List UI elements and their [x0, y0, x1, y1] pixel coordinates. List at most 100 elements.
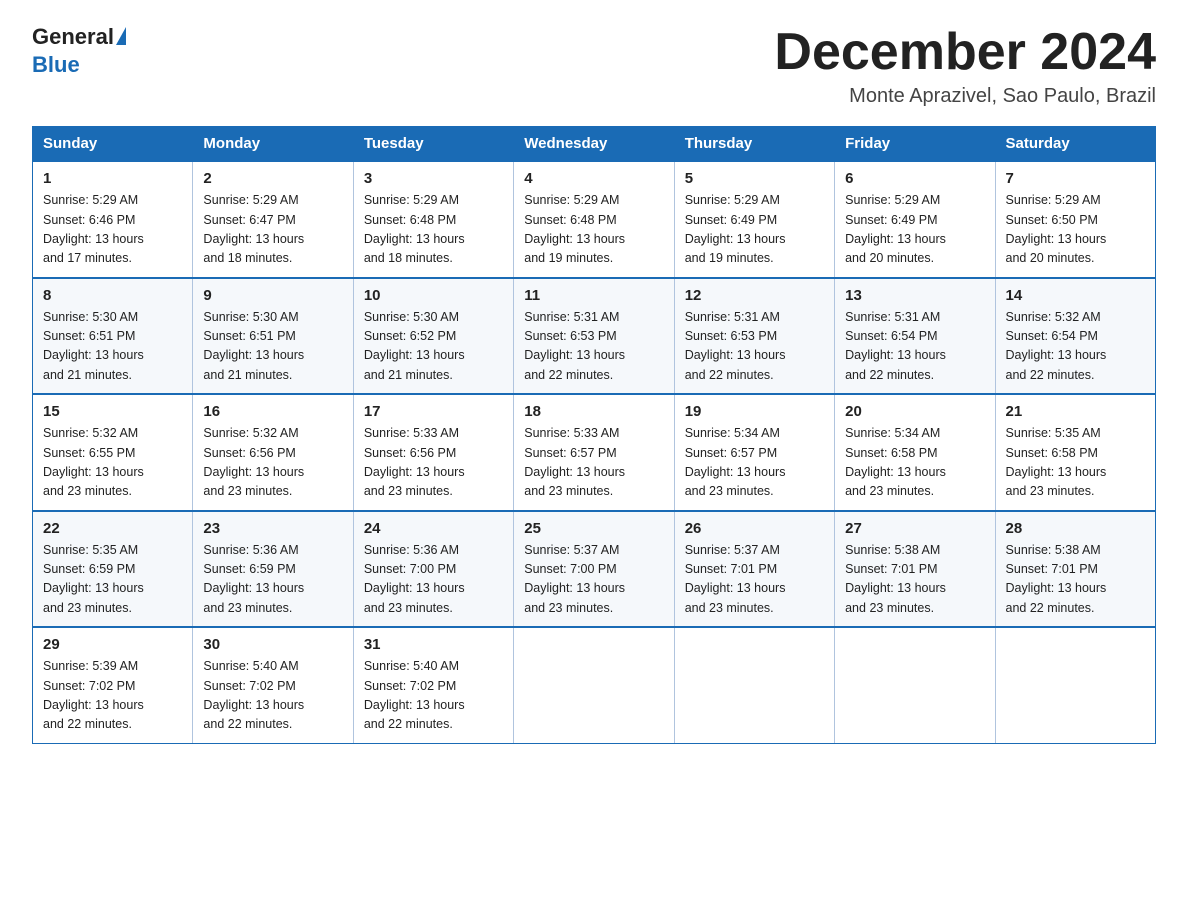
- table-cell: 6 Sunrise: 5:29 AMSunset: 6:49 PMDaylight…: [835, 161, 995, 278]
- header-wednesday: Wednesday: [514, 127, 674, 162]
- logo: General Blue: [32, 24, 126, 78]
- day-number: 22: [43, 520, 182, 537]
- day-number: 19: [685, 403, 824, 420]
- table-cell: 13Sunrise: 5:31 AMSunset: 6:54 PMDayligh…: [835, 278, 995, 395]
- day-info: Sunrise: 5:31 AMSunset: 6:53 PMDaylight:…: [524, 308, 663, 386]
- day-number: 10: [364, 287, 503, 304]
- table-cell: 31Sunrise: 5:40 AMSunset: 7:02 PMDayligh…: [353, 627, 513, 743]
- day-info: Sunrise: 5:29 AMSunset: 6:49 PMDaylight:…: [685, 191, 824, 269]
- table-cell: 1 Sunrise: 5:29 AMSunset: 6:46 PMDaylight…: [33, 161, 193, 278]
- table-cell: 18 Sunrise: 5:33 AMSunset: 6:57 PMDayligh…: [514, 394, 674, 511]
- day-number: 4: [524, 170, 663, 187]
- day-number: 14: [1006, 287, 1145, 304]
- table-cell: 14 Sunrise: 5:32 AMSunset: 6:54 PMDayligh…: [995, 278, 1155, 395]
- day-info: Sunrise: 5:32 AMSunset: 6:56 PMDaylight:…: [203, 424, 342, 502]
- day-info: Sunrise: 5:33 AMSunset: 6:57 PMDaylight:…: [524, 424, 663, 502]
- week-row-3: 15Sunrise: 5:32 AMSunset: 6:55 PMDayligh…: [33, 394, 1156, 511]
- day-number: 13: [845, 287, 984, 304]
- day-number: 1: [43, 170, 182, 187]
- day-number: 26: [685, 520, 824, 537]
- header-sunday: Sunday: [33, 127, 193, 162]
- day-number: 29: [43, 636, 182, 653]
- day-info: Sunrise: 5:38 AMSunset: 7:01 PMDaylight:…: [1006, 541, 1145, 619]
- table-cell: 7 Sunrise: 5:29 AMSunset: 6:50 PMDaylight…: [995, 161, 1155, 278]
- table-cell: 24 Sunrise: 5:36 AMSunset: 7:00 PMDayligh…: [353, 511, 513, 628]
- calendar-table: Sunday Monday Tuesday Wednesday Thursday…: [32, 126, 1156, 744]
- table-cell: 8 Sunrise: 5:30 AMSunset: 6:51 PMDaylight…: [33, 278, 193, 395]
- table-cell: 30 Sunrise: 5:40 AMSunset: 7:02 PMDayligh…: [193, 627, 353, 743]
- day-number: 28: [1006, 520, 1145, 537]
- day-number: 21: [1006, 403, 1145, 420]
- day-number: 8: [43, 287, 182, 304]
- table-cell: 19 Sunrise: 5:34 AMSunset: 6:57 PMDayligh…: [674, 394, 834, 511]
- day-info: Sunrise: 5:34 AMSunset: 6:58 PMDaylight:…: [845, 424, 984, 502]
- day-number: 12: [685, 287, 824, 304]
- day-number: 17: [364, 403, 503, 420]
- day-number: 24: [364, 520, 503, 537]
- day-number: 2: [203, 170, 342, 187]
- logo-blue-text: Blue: [32, 52, 80, 77]
- table-cell: 25 Sunrise: 5:37 AMSunset: 7:00 PMDayligh…: [514, 511, 674, 628]
- table-cell: 28 Sunrise: 5:38 AMSunset: 7:01 PMDayligh…: [995, 511, 1155, 628]
- day-info: Sunrise: 5:29 AMSunset: 6:48 PMDaylight:…: [524, 191, 663, 269]
- day-number: 25: [524, 520, 663, 537]
- day-info: Sunrise: 5:30 AMSunset: 6:51 PMDaylight:…: [43, 308, 182, 386]
- weekday-header-row: Sunday Monday Tuesday Wednesday Thursday…: [33, 127, 1156, 162]
- table-cell: 17Sunrise: 5:33 AMSunset: 6:56 PMDayligh…: [353, 394, 513, 511]
- day-info: Sunrise: 5:36 AMSunset: 7:00 PMDaylight:…: [364, 541, 503, 619]
- logo-triangle-icon: [116, 27, 126, 45]
- table-cell: 22 Sunrise: 5:35 AMSunset: 6:59 PMDayligh…: [33, 511, 193, 628]
- day-info: Sunrise: 5:29 AMSunset: 6:46 PMDaylight:…: [43, 191, 182, 269]
- day-number: 31: [364, 636, 503, 653]
- table-cell: 4 Sunrise: 5:29 AMSunset: 6:48 PMDaylight…: [514, 161, 674, 278]
- day-info: Sunrise: 5:40 AMSunset: 7:02 PMDaylight:…: [203, 657, 342, 735]
- day-number: 23: [203, 520, 342, 537]
- day-info: Sunrise: 5:29 AMSunset: 6:49 PMDaylight:…: [845, 191, 984, 269]
- day-number: 15: [43, 403, 182, 420]
- week-row-1: 1 Sunrise: 5:29 AMSunset: 6:46 PMDaylight…: [33, 161, 1156, 278]
- day-info: Sunrise: 5:35 AMSunset: 6:58 PMDaylight:…: [1006, 424, 1145, 502]
- table-cell: 26 Sunrise: 5:37 AMSunset: 7:01 PMDayligh…: [674, 511, 834, 628]
- day-number: 16: [203, 403, 342, 420]
- week-row-2: 8 Sunrise: 5:30 AMSunset: 6:51 PMDaylight…: [33, 278, 1156, 395]
- table-cell: 23Sunrise: 5:36 AMSunset: 6:59 PMDayligh…: [193, 511, 353, 628]
- day-info: Sunrise: 5:34 AMSunset: 6:57 PMDaylight:…: [685, 424, 824, 502]
- day-number: 6: [845, 170, 984, 187]
- day-info: Sunrise: 5:38 AMSunset: 7:01 PMDaylight:…: [845, 541, 984, 619]
- month-title: December 2024: [774, 24, 1156, 81]
- day-info: Sunrise: 5:30 AMSunset: 6:52 PMDaylight:…: [364, 308, 503, 386]
- day-info: Sunrise: 5:31 AMSunset: 6:53 PMDaylight:…: [685, 308, 824, 386]
- day-info: Sunrise: 5:35 AMSunset: 6:59 PMDaylight:…: [43, 541, 182, 619]
- day-info: Sunrise: 5:29 AMSunset: 6:50 PMDaylight:…: [1006, 191, 1145, 269]
- table-cell: 5 Sunrise: 5:29 AMSunset: 6:49 PMDaylight…: [674, 161, 834, 278]
- table-cell: 2 Sunrise: 5:29 AMSunset: 6:47 PMDaylight…: [193, 161, 353, 278]
- location-subtitle: Monte Aprazivel, Sao Paulo, Brazil: [774, 85, 1156, 108]
- header-friday: Friday: [835, 127, 995, 162]
- day-info: Sunrise: 5:29 AMSunset: 6:47 PMDaylight:…: [203, 191, 342, 269]
- header-monday: Monday: [193, 127, 353, 162]
- table-cell: 20Sunrise: 5:34 AMSunset: 6:58 PMDayligh…: [835, 394, 995, 511]
- day-info: Sunrise: 5:37 AMSunset: 7:01 PMDaylight:…: [685, 541, 824, 619]
- day-info: Sunrise: 5:32 AMSunset: 6:54 PMDaylight:…: [1006, 308, 1145, 386]
- day-info: Sunrise: 5:30 AMSunset: 6:51 PMDaylight:…: [203, 308, 342, 386]
- table-cell: 9Sunrise: 5:30 AMSunset: 6:51 PMDaylight…: [193, 278, 353, 395]
- title-area: December 2024 Monte Aprazivel, Sao Paulo…: [774, 24, 1156, 108]
- table-cell: 10 Sunrise: 5:30 AMSunset: 6:52 PMDayligh…: [353, 278, 513, 395]
- day-number: 5: [685, 170, 824, 187]
- table-cell: [674, 627, 834, 743]
- day-number: 27: [845, 520, 984, 537]
- table-cell: 11 Sunrise: 5:31 AMSunset: 6:53 PMDayligh…: [514, 278, 674, 395]
- table-cell: 12 Sunrise: 5:31 AMSunset: 6:53 PMDayligh…: [674, 278, 834, 395]
- table-cell: 3 Sunrise: 5:29 AMSunset: 6:48 PMDaylight…: [353, 161, 513, 278]
- table-cell: 15Sunrise: 5:32 AMSunset: 6:55 PMDayligh…: [33, 394, 193, 511]
- day-number: 3: [364, 170, 503, 187]
- table-cell: 16 Sunrise: 5:32 AMSunset: 6:56 PMDayligh…: [193, 394, 353, 511]
- table-cell: [995, 627, 1155, 743]
- day-number: 7: [1006, 170, 1145, 187]
- day-info: Sunrise: 5:29 AMSunset: 6:48 PMDaylight:…: [364, 191, 503, 269]
- table-cell: [514, 627, 674, 743]
- day-number: 18: [524, 403, 663, 420]
- day-number: 30: [203, 636, 342, 653]
- day-number: 11: [524, 287, 663, 304]
- day-info: Sunrise: 5:37 AMSunset: 7:00 PMDaylight:…: [524, 541, 663, 619]
